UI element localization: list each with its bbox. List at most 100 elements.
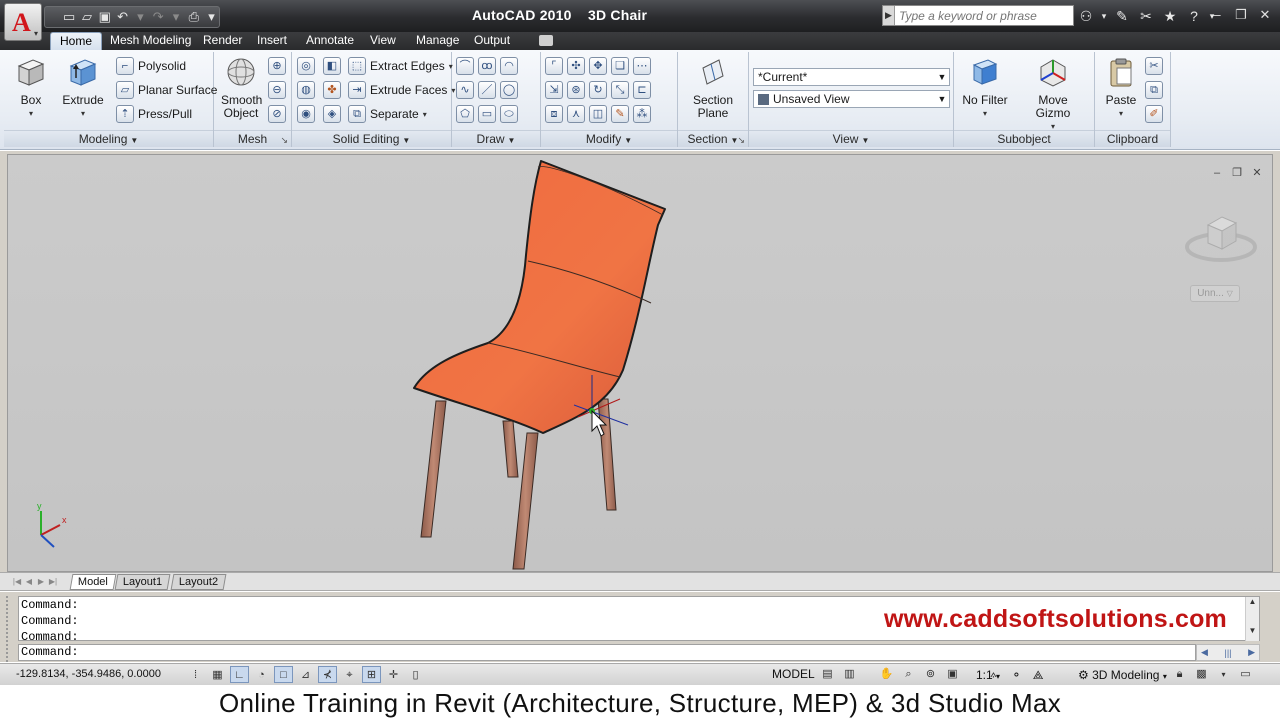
star-icon[interactable]: ★ [1160, 6, 1180, 26]
quick-view-layouts-icon[interactable]: ▤ [818, 666, 837, 683]
model-space-toggle[interactable]: MODEL [772, 667, 815, 681]
arc-icon[interactable]: ◠ [500, 57, 518, 75]
polysolid-button[interactable]: ⌐ Polysolid [116, 56, 186, 76]
3d-align-icon[interactable]: ⧈ [545, 105, 563, 123]
draw-panel-title[interactable]: Draw ▼ [452, 130, 540, 147]
modify-panel-title[interactable]: Modify ▼ [541, 130, 677, 147]
last-tab-icon[interactable]: ▶| [48, 576, 58, 587]
communication-icon[interactable]: ✂ [1136, 6, 1156, 26]
open-icon[interactable]: ▱ [80, 8, 95, 26]
rotate-icon[interactable]: ↻ [589, 81, 607, 99]
solid-editing-panel-title[interactable]: Solid Editing ▼ [292, 130, 451, 147]
minimize-ribbon-icon[interactable] [539, 35, 553, 46]
separate-button[interactable]: ⧉ Separate ▾ [348, 104, 427, 124]
object-snap-tracking-icon[interactable]: ⊀ [318, 666, 337, 683]
move-gizmo-button[interactable]: Move Gizmo ▾ [1020, 56, 1086, 133]
helix-icon[interactable]: ꝏ [478, 57, 496, 75]
tab-annotate[interactable]: Annotate [297, 32, 363, 50]
subobject-panel-title[interactable]: Subobject [954, 130, 1094, 147]
command-scrollbar[interactable]: ▲ ▼ [1245, 597, 1259, 641]
quick-properties-icon[interactable]: ▯ [406, 666, 425, 683]
extract-edges-button[interactable]: ⬚ Extract Edges ▾ [348, 56, 453, 76]
pan-icon[interactable]: ✋ [877, 666, 896, 683]
trim-icon[interactable]: ⋯ [633, 57, 651, 75]
dynamic-input-icon[interactable]: ⊞ [362, 666, 381, 683]
polyline-icon[interactable]: ⌒ [456, 57, 474, 75]
mesh-tool-3-button[interactable]: ⊘ [268, 104, 286, 124]
dialog-launcher-icon[interactable]: ↘ [280, 132, 288, 148]
model-viewport[interactable]: y x – ❐ ✕ Unn... ▽ [7, 154, 1273, 572]
named-view-dropdown[interactable]: Unsaved View ▼ [753, 90, 950, 108]
line-icon[interactable]: ／ [478, 81, 496, 99]
status-menu-icon[interactable]: ▾ [1214, 666, 1233, 683]
tab-insert[interactable]: Insert [248, 32, 296, 50]
viewcube-named-view[interactable]: Unn... ▽ [1190, 285, 1240, 302]
match-properties-button[interactable]: ✐ [1145, 104, 1163, 124]
binoculars-icon[interactable]: ⚇ [1076, 6, 1096, 26]
3d-move-icon[interactable]: ✥ [589, 57, 607, 75]
lock-icon[interactable]: 🔒︎ [1170, 666, 1189, 683]
grid-display-icon[interactable]: ▦ [208, 666, 227, 683]
restore-icon[interactable]: ❐ [1230, 167, 1244, 179]
fillet-icon[interactable]: ⌜ [545, 57, 563, 75]
redo-icon[interactable]: ↷ [151, 8, 166, 26]
visual-style-dropdown[interactable]: *Current* ▼ [753, 68, 950, 86]
scroll-right-icon[interactable]: ▶ [1248, 647, 1255, 658]
scroll-thumb-icon[interactable]: ||| [1224, 648, 1231, 658]
quick-view-drawings-icon[interactable]: ▥ [840, 666, 859, 683]
ortho-mode-icon[interactable]: ∟ [230, 666, 249, 683]
command-input[interactable]: Command: [18, 644, 1196, 661]
dropdown-icon[interactable]: ▾ [1100, 6, 1108, 26]
stretch-icon[interactable]: ⇲ [545, 81, 563, 99]
scale-icon[interactable]: ⤡ [611, 81, 629, 99]
mesh-panel-title[interactable]: Mesh ↘ [214, 130, 291, 147]
object-snap-icon[interactable]: □ [274, 666, 293, 683]
search-input[interactable] [895, 8, 1065, 23]
mirror-icon[interactable]: ◫ [589, 105, 607, 123]
tab-layout2[interactable]: Layout2 [170, 574, 227, 590]
circle-icon[interactable]: ◯ [500, 81, 518, 99]
tab-mesh-modeling[interactable]: Mesh Modeling [101, 32, 200, 50]
paste-button[interactable]: Paste ▾ [1101, 56, 1141, 120]
auto-scale-icon[interactable]: ⟁ [1033, 668, 1044, 682]
section-panel-title[interactable]: Section ▼ ↘ [678, 130, 748, 147]
previous-tab-icon[interactable]: ◀ [24, 576, 34, 587]
minimize-icon[interactable]: – [1210, 167, 1224, 179]
copy-clip-button[interactable]: ⧉ [1145, 80, 1163, 100]
snap-mode-icon[interactable]: ⁞ [186, 666, 205, 683]
polar-tracking-icon[interactable]: ◔ [252, 666, 271, 683]
3d-array-icon[interactable]: ⊛ [567, 81, 585, 99]
lineweight-icon[interactable]: ✛ [384, 666, 403, 683]
copy-icon[interactable]: ❏ [611, 57, 629, 75]
ellipse-icon[interactable]: ⬭ [500, 105, 518, 123]
box-button[interactable]: Box ▾ [10, 56, 52, 120]
polygon-icon[interactable]: ⬠ [456, 105, 474, 123]
dynamic-ucs-icon[interactable]: ⌖ [340, 666, 359, 683]
next-tab-icon[interactable]: ▶ [36, 576, 46, 587]
scroll-left-icon[interactable]: ◀ [1201, 647, 1208, 658]
tab-render[interactable]: Render [194, 32, 251, 50]
union-button[interactable]: ◎ [297, 56, 315, 76]
explode-icon[interactable]: ⁂ [633, 105, 651, 123]
intersect-button[interactable]: ◉ [297, 104, 315, 124]
planar-surface-button[interactable]: ▱ Planar Surface [116, 80, 217, 100]
coordinate-readout[interactable]: -129.8134, -354.9486, 0.0000 [16, 668, 161, 680]
smooth-object-button[interactable]: Smooth Object [218, 56, 264, 120]
3d-rotate-icon[interactable]: ✣ [567, 57, 585, 75]
help-icon[interactable]: ? [1184, 6, 1204, 26]
workspace-switcher[interactable]: ⚙ 3D Modeling ▾ [1078, 668, 1167, 682]
clean-screen-icon[interactable]: ▭ [1236, 666, 1255, 683]
extrude-faces-button[interactable]: ⇥ Extrude Faces ▾ [348, 80, 455, 100]
redo-dropdown-icon[interactable]: ▾ [169, 8, 184, 26]
tab-output[interactable]: Output [465, 32, 519, 50]
wrench-icon[interactable]: ✎ [1112, 6, 1132, 26]
first-tab-icon[interactable]: |◀ [12, 576, 22, 587]
plot-icon[interactable]: ⎙ [186, 8, 201, 26]
subtract-button[interactable]: ◍ [297, 80, 315, 100]
close-icon[interactable]: ✕ [1250, 167, 1264, 179]
command-horizontal-scrollbar[interactable]: ◀ ||| ▶ [1196, 644, 1260, 661]
mesh-tool-1-button[interactable]: ⊕ [268, 56, 286, 76]
annotation-scale[interactable]: 1:1 ▾ ⚬ ⟁ [976, 668, 1044, 683]
press-pull-button[interactable]: ⇡ Press/Pull [116, 104, 192, 124]
minimize-icon[interactable]: – [1208, 6, 1226, 24]
